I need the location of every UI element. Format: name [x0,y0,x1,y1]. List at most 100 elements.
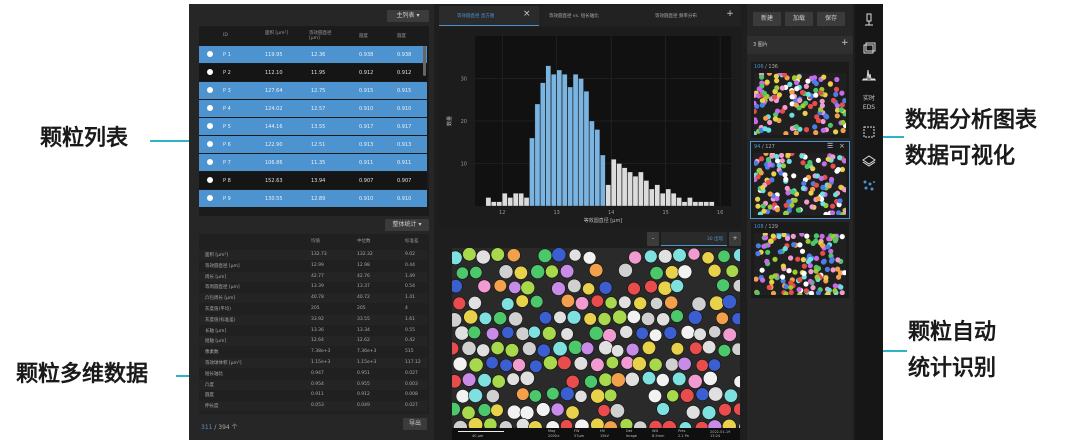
add-image-button[interactable]: + [841,38,849,48]
table-row[interactable]: P 1 119.95 12.36 0.938 0.938 [199,46,427,63]
table-cell: 0.907 [359,178,374,184]
thumbnail-particle [810,166,816,172]
close-icon[interactable]: × [839,142,845,150]
thumbnail-particle [778,153,785,158]
spectrum-icon[interactable] [861,66,877,82]
table-cell: 12.75 [311,88,326,94]
eds-button[interactable]: 实时 EDS [857,94,881,116]
thumbnail-particle [794,86,800,92]
thumbnail-particle [812,124,818,130]
table-row[interactable]: P 8 152.63 13.94 0.907 0.907 [199,172,427,189]
increment-button[interactable]: + [729,232,741,246]
thumbnail-particle [833,91,839,97]
table-row[interactable]: P 9 130.55 12.89 0.910 0.910 [199,190,427,207]
particle [485,356,499,370]
frame-icon[interactable] [862,124,876,138]
particle [583,312,597,326]
list-select-dropdown[interactable]: 主列表 ▾ [387,10,429,22]
thumbnail-particle [768,238,774,244]
tab-scatter[interactable]: 等效圆直径 vs. 短长轴比 [539,6,639,26]
thumbnail-particle [837,155,843,161]
tab-histogram[interactable]: 等效圆直径 直方图 × [439,6,539,26]
col-header[interactable]: 圆度 [397,33,406,39]
table-row[interactable]: P 2 112.10 11.95 0.912 0.912 [199,64,427,81]
table-row[interactable]: P 4 124.02 12.57 0.910 0.910 [199,100,427,117]
stats-cell: 凸度 [205,382,214,388]
particle [722,294,737,310]
thumbnail-particle [804,163,810,170]
table-row[interactable]: P 5 144.16 13.55 0.917 0.917 [199,118,427,135]
stats-mode-dropdown[interactable]: 整体统计 ▾ [385,219,429,231]
stack-icon[interactable] [862,152,876,167]
info-field-value: 57μm [574,434,585,438]
thumbnail-particle [820,201,826,207]
col-header[interactable]: 等效圆直径 [μm] [309,30,343,41]
col-header[interactable]: ID [223,33,228,38]
callout-analysis-1: 数据分析图表 [905,108,1038,133]
histogram-bar [698,201,704,207]
particle [691,296,707,312]
table-row[interactable]: P 3 127.64 12.75 0.915 0.915 [199,82,427,99]
stats-cell: 短轴 [μm] [205,339,227,345]
thumbnail-particle [820,118,826,125]
close-icon[interactable]: × [523,9,531,19]
microscope-icon[interactable] [862,12,876,26]
stats-cell: 0.42 [405,338,416,344]
particle [597,312,612,326]
settings-icon[interactable]: ☰ [827,142,833,150]
stats-cell: 1.61 [405,316,416,322]
particle [702,340,717,355]
decrement-button[interactable]: - [647,232,659,246]
table-cell: 124.02 [265,106,283,112]
image-thumbnail-card[interactable]: 108 / 129 [751,222,849,298]
particle [573,356,588,371]
thumbnail-particle [836,274,842,280]
thumbnail-particle [772,116,778,122]
image-thumbnail-card[interactable]: 106 / 136 [751,62,849,138]
particles-icon[interactable] [861,178,877,194]
col-header[interactable]: 圆度 [359,33,368,39]
particle [501,297,515,311]
image-thumbnail-card[interactable]: 94 / 127 ☰ × [750,141,850,219]
add-tab-button[interactable]: + [723,9,737,23]
sem-image[interactable] [452,248,740,430]
stats-cell: 40.72 [357,295,370,301]
particle [468,357,484,373]
table-row[interactable]: P 6 122.90 12.51 0.913 0.913 [199,136,427,153]
thumbnail-particle [764,258,770,264]
thumbnail-particle [793,130,799,135]
thumbnail-particle [833,192,839,198]
particle [462,372,477,387]
thumbnail-particle [803,83,809,89]
bin-count-display[interactable]: 30 出现 [661,232,727,246]
thumbnail-particle [820,191,826,197]
thumbnail-particle [777,249,783,255]
table-scrollbar[interactable] [423,46,426,76]
thumbnail-selected: 106 [754,64,764,70]
thumbnail-particle [774,78,780,84]
new-button[interactable]: 新建 [753,12,781,26]
layers-icon[interactable] [862,40,876,54]
tab-frequency[interactable]: 等效圆直径 频率分布 [639,6,721,26]
thumbnail-particle [825,156,831,162]
save-button[interactable]: 保存 [817,12,845,26]
thumbnail-particle [839,234,845,240]
histogram-bar [676,197,682,207]
thumbnail-particle [759,74,765,80]
col-header[interactable]: 面积 [μm²] [265,30,295,36]
table-row[interactable]: P 7 106.86 11.35 0.911 0.911 [199,154,427,171]
particle [508,311,523,327]
table-cell: 0.910 [397,196,412,202]
particle [644,249,658,264]
thumbnail-particle [840,127,846,134]
histogram-bar [529,137,535,207]
export-button[interactable]: 导出 [403,418,427,430]
load-button[interactable]: 加载 [785,12,813,26]
particle [535,402,551,417]
particle [672,371,687,386]
histogram-bar [502,193,508,207]
particle [670,309,684,323]
x-tick-label: 15 [662,210,668,216]
thumbnail-particle [754,119,759,125]
thumbnail-particle [784,185,790,191]
